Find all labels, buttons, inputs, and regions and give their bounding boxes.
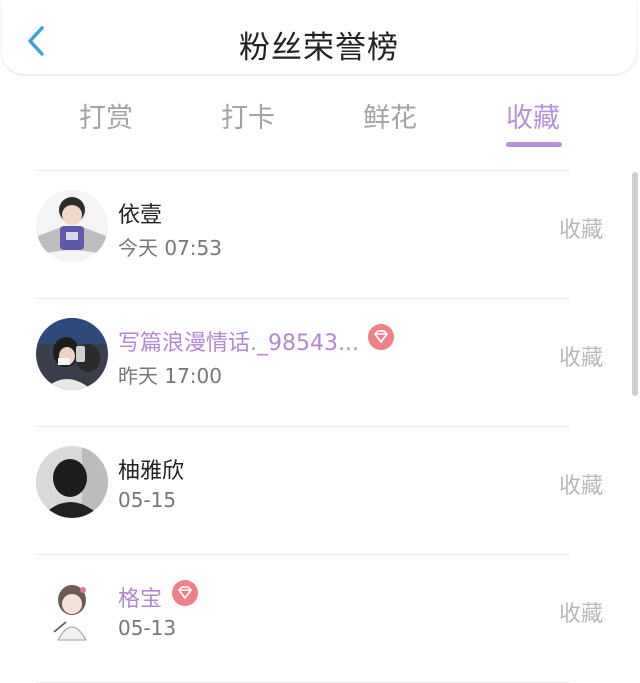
timestamp: 05-15 (118, 488, 177, 512)
timestamp: 昨天 17:00 (118, 364, 222, 388)
list-item[interactable]: 格宝 05-13 收藏 (0, 554, 620, 682)
fan-name[interactable]: 柚雅欣 (118, 453, 184, 485)
avatar (36, 190, 108, 262)
diamond-icon (172, 580, 198, 606)
avatar (36, 446, 108, 518)
list-item[interactable]: 写篇浪漫情话._98543... 昨天 17:00 收藏 (0, 298, 620, 426)
tab-checkin[interactable]: 打卡 (198, 96, 298, 135)
diamond-icon (368, 324, 394, 350)
fan-name[interactable]: 格宝 (118, 581, 162, 613)
top-bar: 粉丝荣誉榜 (2, 0, 636, 74)
favorite-action[interactable]: 收藏 (559, 468, 603, 500)
page-title: 粉丝荣誉榜 (239, 30, 399, 66)
list-item[interactable]: 柚雅欣 05-15 收藏 (0, 426, 620, 554)
favorite-action[interactable]: 收藏 (559, 596, 603, 628)
tab-tips[interactable]: 打赏 (56, 96, 156, 135)
favorite-action[interactable]: 收藏 (559, 340, 603, 372)
fan-name[interactable]: 依壹 (118, 197, 162, 229)
active-tab-indicator (506, 142, 562, 147)
list-item[interactable]: 依壹 今天 07:53 收藏 (0, 170, 620, 298)
avatar (36, 574, 108, 646)
avatar (36, 318, 108, 390)
favorite-action[interactable]: 收藏 (559, 212, 603, 244)
timestamp: 今天 07:53 (118, 236, 222, 260)
tab-flowers[interactable]: 鲜花 (340, 96, 440, 135)
fan-name[interactable]: 写篇浪漫情话._98543... (118, 325, 359, 357)
tab-favorites[interactable]: 收藏 (483, 96, 583, 135)
scrollbar[interactable] (632, 172, 638, 396)
timestamp: 05-13 (118, 616, 177, 640)
